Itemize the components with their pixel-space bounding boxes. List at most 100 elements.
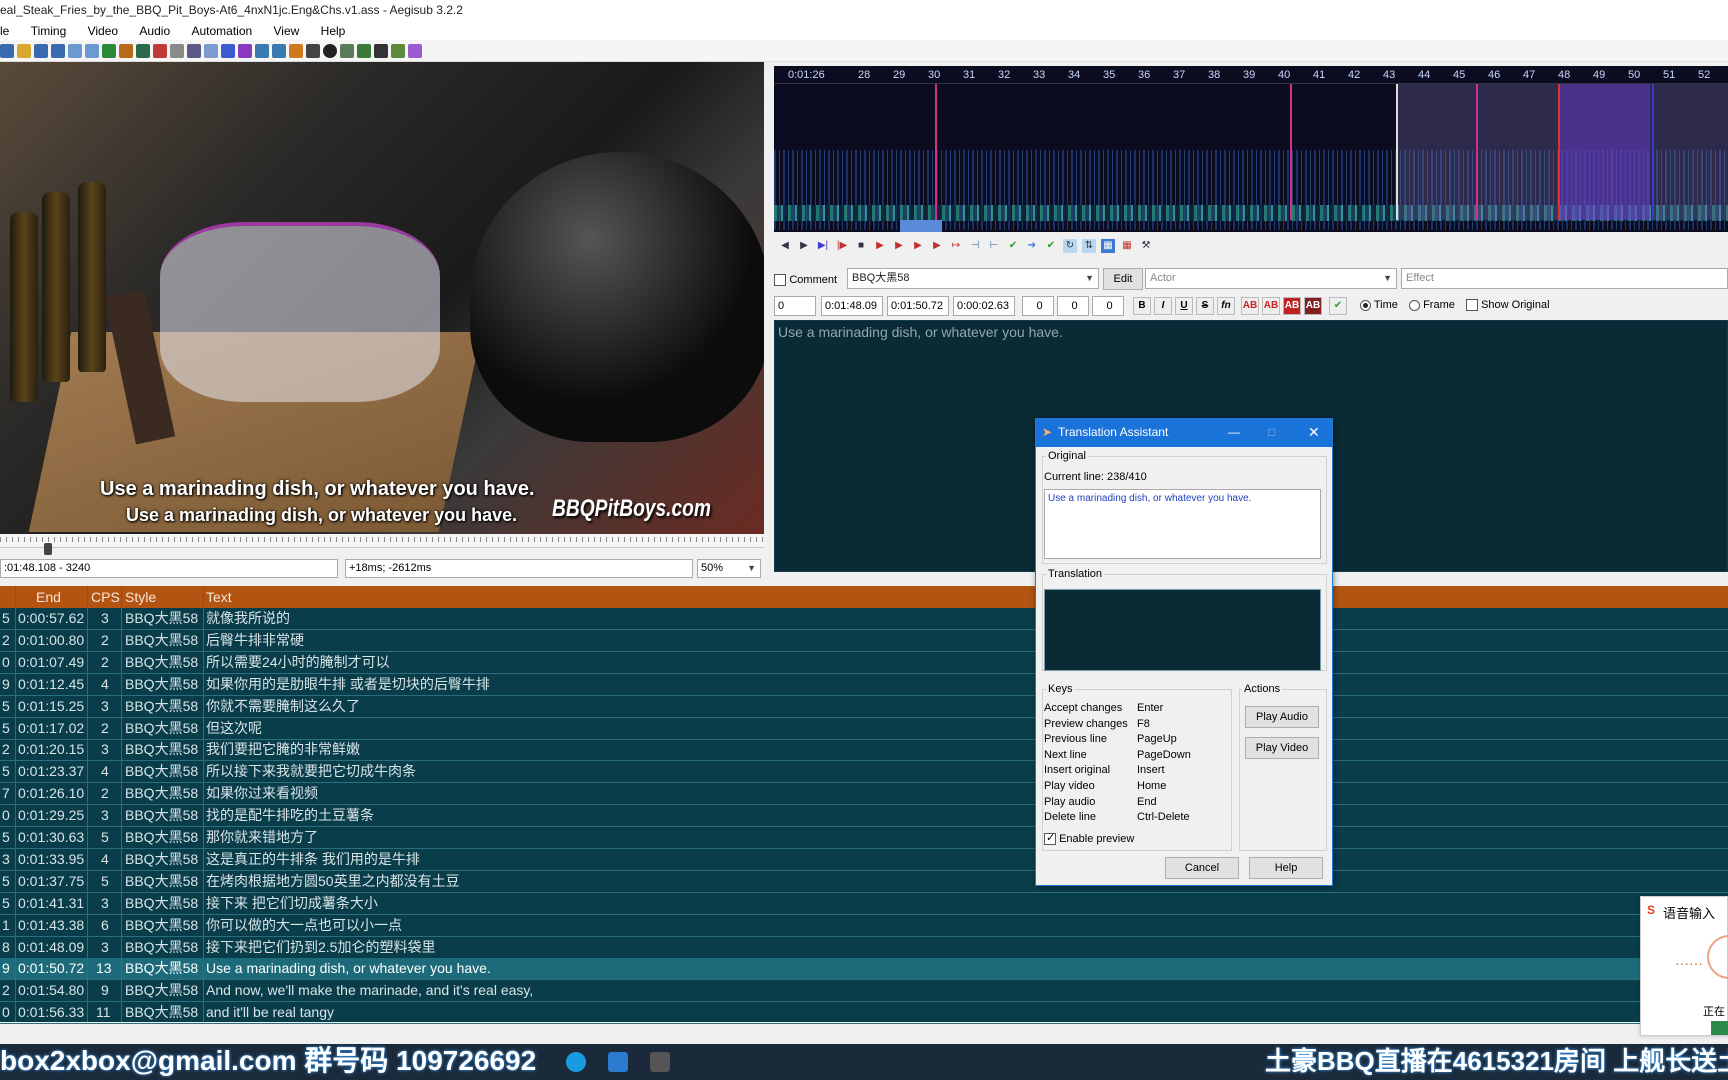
tools-icon[interactable] — [374, 43, 388, 58]
table-row[interactable]: 3 0:01:33.95 4 BBQ大黑58 这是真正的牛排条 我们用的是牛排 — [0, 849, 1728, 871]
table-row[interactable]: 5 0:01:37.75 5 BBQ大黑58 在烤肉根据地方圆50英里之内都没有土豆 — [0, 871, 1728, 893]
secondary-color-button[interactable]: AB — [1262, 297, 1280, 315]
save-as-icon[interactable] — [51, 43, 65, 58]
menu-video[interactable]: Video — [88, 22, 118, 40]
timing-postprocessor-icon[interactable] — [323, 43, 337, 58]
table-row[interactable]: 2 0:01:20.15 3 BBQ大黑58 我们要把它腌的非常鲜嫩 — [0, 739, 1728, 762]
outline-color-button[interactable]: AB — [1283, 297, 1301, 315]
bold-button[interactable]: B — [1133, 297, 1151, 315]
duration-field[interactable]: 0:00:02.63 — [953, 296, 1015, 316]
margin-vertical-field[interactable]: 0 — [1092, 296, 1124, 316]
video-display[interactable] — [0, 62, 764, 535]
table-row[interactable]: 0 0:01:29.25 3 BBQ大黑58 找的是配牛排吃的土豆薯条 — [0, 805, 1728, 828]
play-video-button[interactable]: Play Video — [1245, 737, 1319, 759]
comment-checkbox[interactable] — [774, 273, 786, 286]
original-text-box[interactable]: Use a marinading dish, or whatever you h… — [1044, 489, 1321, 559]
auto-next-icon[interactable]: ↻ — [1063, 239, 1077, 253]
primary-color-button[interactable]: AB — [1241, 297, 1259, 315]
go-to-icon[interactable]: ➔ — [1025, 239, 1039, 253]
video-position-field[interactable]: :01:48.108 - 3240 — [0, 559, 338, 578]
start-time-field[interactable]: 0:01:48.09 — [821, 296, 883, 316]
maximize-icon[interactable]: □ — [1268, 419, 1275, 445]
actor-select[interactable]: Actor ▼ — [1145, 268, 1397, 289]
fonts-collector-icon[interactable] — [204, 43, 218, 58]
margin-right-field[interactable]: 0 — [1057, 296, 1089, 316]
close-video-icon[interactable] — [85, 43, 99, 58]
close-icon[interactable]: ✕ — [1308, 419, 1320, 445]
open-video-icon[interactable] — [68, 43, 82, 58]
automation-icon[interactable] — [153, 43, 167, 58]
shift-times-icon[interactable] — [289, 43, 303, 58]
zoom-select[interactable]: 50% ▼ — [697, 559, 761, 578]
karaoke-icon[interactable]: ▦ — [1120, 239, 1134, 253]
jump-to-icon[interactable] — [255, 43, 269, 58]
seek-thumb[interactable] — [44, 543, 52, 555]
minimize-icon[interactable]: — — [1228, 419, 1240, 445]
show-original-box[interactable] — [1466, 299, 1478, 312]
table-row[interactable]: 5 0:01:15.25 3 BBQ大黑58 你就不需要腌制这么久了 — [0, 696, 1728, 718]
spectrum-mode-icon[interactable]: ▦ — [1101, 239, 1115, 253]
stop-icon[interactable]: ■ — [854, 239, 868, 253]
play-before-icon[interactable]: ▶ — [873, 239, 887, 253]
properties-icon[interactable] — [170, 43, 184, 58]
table-row[interactable]: 0 0:01:56.33 11 BBQ大黑58 and it'll be real ta… — [0, 1002, 1728, 1025]
table-row[interactable]: 9 0:01:50.72 13 BBQ大黑58 Use a marinading dis… — [0, 958, 1728, 981]
help-button[interactable]: Help — [1249, 857, 1323, 879]
underline-button[interactable]: U — [1175, 297, 1193, 315]
show-original-checkbox[interactable]: Show Original — [1466, 299, 1550, 312]
open-keyframes-icon[interactable] — [119, 43, 133, 58]
edit-style-button[interactable]: Edit — [1103, 268, 1143, 290]
table-row[interactable]: 5 0:01:30.63 5 BBQ大黑58 那你就来错地方了 — [0, 827, 1728, 849]
ime-lang-icon[interactable] — [1711, 1021, 1728, 1035]
play-end-icon[interactable]: ▶ — [930, 239, 944, 253]
table-row[interactable]: 9 0:01:12.45 4 BBQ大黑58 如果你用的是肋眼牛排 或者是切块的后臀牛排 — [0, 674, 1728, 696]
app-icon[interactable] — [608, 1052, 628, 1072]
commit-check-icon[interactable]: ✔ — [1329, 297, 1347, 315]
table-row[interactable]: 5 0:00:57.62 3 BBQ大黑58 就像我所说的 — [0, 608, 1728, 630]
play-to-end-icon[interactable]: ↦ — [949, 239, 963, 253]
video-seek-slider[interactable] — [0, 534, 764, 548]
style-select[interactable]: BBQ大黑58 ▼ — [847, 268, 1099, 289]
resample-icon[interactable] — [357, 43, 371, 58]
auto-commit-icon[interactable]: ✔ — [1044, 239, 1058, 253]
attachments-icon[interactable] — [187, 43, 201, 58]
spell-check-icon[interactable] — [136, 43, 150, 58]
play-selection-icon[interactable]: ▶| — [816, 239, 830, 253]
time-radio[interactable]: Time — [1360, 299, 1398, 311]
enable-preview-box[interactable]: ✓ — [1044, 832, 1056, 846]
col-header-end[interactable]: End — [36, 589, 61, 605]
cancel-button[interactable]: Cancel — [1165, 857, 1239, 879]
frame-radio-dot[interactable] — [1409, 299, 1420, 311]
styling-assistant-icon[interactable] — [306, 43, 320, 58]
lead-out-icon[interactable]: ⊢ — [987, 239, 1001, 253]
col-header-style[interactable]: Style — [125, 589, 156, 605]
open-audio-icon[interactable] — [102, 43, 116, 58]
italic-button[interactable]: I — [1154, 297, 1172, 315]
new-file-icon[interactable] — [0, 43, 14, 58]
app-icon[interactable] — [650, 1052, 670, 1072]
play-audio-button[interactable]: Play Audio — [1245, 706, 1319, 728]
comment-checkbox-group[interactable]: Comment — [774, 272, 837, 286]
menu-automation[interactable]: Automation — [191, 22, 252, 40]
table-row[interactable]: 5 0:01:17.02 2 BBQ大黑58 但这次呢 — [0, 718, 1728, 740]
table-row[interactable]: 1 0:01:43.38 6 BBQ大黑58 你可以做的大一点也可以小一点 — [0, 915, 1728, 937]
kanji-timer-icon[interactable] — [340, 43, 354, 58]
end-time-field[interactable]: 0:01:50.72 — [887, 296, 949, 316]
strikeout-button[interactable]: S — [1196, 297, 1214, 315]
translation-assistant-icon[interactable] — [391, 43, 405, 58]
font-button[interactable]: fn — [1217, 297, 1235, 315]
find-icon[interactable] — [221, 43, 235, 58]
play-after-icon[interactable]: ▶ — [892, 239, 906, 253]
next-line-icon[interactable]: ▶ — [797, 239, 811, 253]
margin-left-field[interactable]: 0 — [1022, 296, 1054, 316]
play-current-line-icon[interactable]: |▶ — [835, 239, 849, 253]
save-file-icon[interactable] — [34, 43, 48, 58]
enable-preview-checkbox[interactable]: ✓ Enable preview — [1044, 832, 1134, 846]
ime-done-button[interactable] — [1707, 935, 1728, 979]
menu-timing[interactable]: Timing — [31, 22, 67, 40]
frame-radio[interactable]: Frame — [1409, 299, 1455, 311]
menu-audio[interactable]: Audio — [139, 22, 170, 40]
table-row[interactable]: 5 0:01:23.37 4 BBQ大黑58 所以接下来我就要把它切成牛肉条 — [0, 761, 1728, 784]
time-radio-dot[interactable] — [1360, 299, 1371, 311]
audio-scroll-thumb[interactable] — [900, 220, 942, 232]
